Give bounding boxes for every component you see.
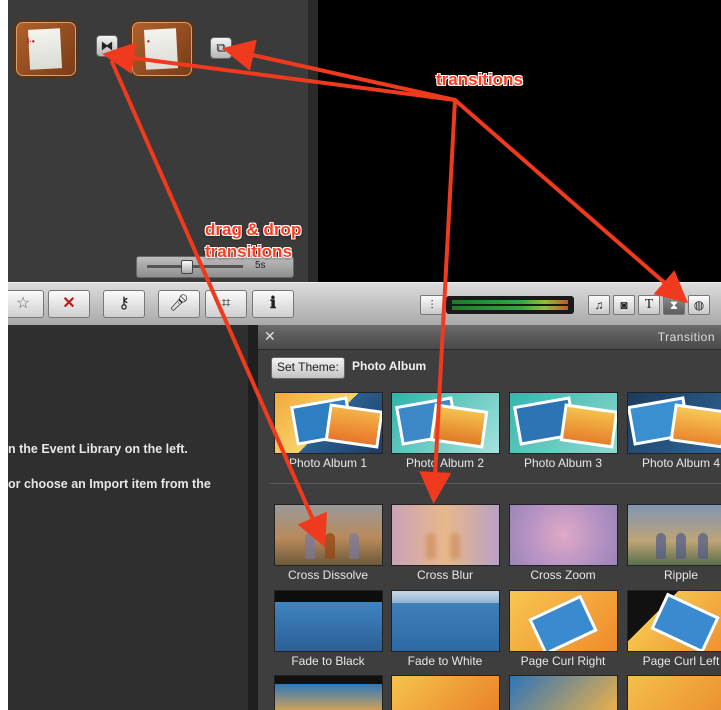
transition-thumbnail[interactable] — [627, 675, 721, 710]
transition-thumbnail[interactable] — [627, 392, 721, 454]
clip-options-icon[interactable]: ⧉ — [210, 37, 232, 59]
transition-thumbnail[interactable] — [391, 392, 500, 454]
annotation-drag-drop: drag & drop — [205, 220, 302, 239]
transition-thumbnail[interactable] — [391, 675, 500, 710]
transition-thumbnail[interactable] — [509, 392, 618, 454]
transition-marker-icon[interactable]: ⧓ — [96, 35, 118, 57]
video-clip[interactable]: • — [132, 22, 192, 76]
crop-icon[interactable]: ⌗ — [205, 290, 247, 318]
transition-thumbnail[interactable] — [274, 675, 383, 710]
transition-label: Cross Dissolve — [287, 568, 368, 582]
titles-button[interactable]: T — [638, 295, 660, 315]
transition-label: Cross Zoom — [530, 568, 596, 582]
section-divider — [270, 483, 721, 484]
transition-label: Fade to Black — [291, 654, 365, 668]
key-icon[interactable]: ⚷ — [103, 290, 145, 318]
star-icon[interactable]: ☆ — [8, 290, 44, 318]
transition-thumbnail[interactable] — [509, 675, 618, 710]
main-toolbar: ☆ ✕ ⚷ 🎤︎ ⌗ ℹ ⫶ ♫ ◙ T ⧗ ◍ — [8, 282, 721, 326]
preview-viewer — [318, 0, 721, 282]
camera-icon[interactable]: ◙ — [613, 295, 635, 315]
pane-divider[interactable] — [308, 0, 318, 282]
transition-thumbnail[interactable] — [627, 590, 721, 652]
music-note-icon[interactable]: ♫ — [588, 295, 610, 315]
pane-splitter[interactable] — [248, 325, 258, 710]
transition-thumbnail[interactable] — [274, 504, 383, 566]
browser-title: Transition — [657, 330, 715, 344]
theme-name: Photo Album — [352, 359, 427, 373]
transition-label: Photo Album 1 — [288, 456, 368, 470]
globe-icon[interactable]: ◍ — [688, 295, 710, 315]
transition-label: Photo Album 4 — [641, 456, 721, 470]
x-icon[interactable]: ✕ — [48, 290, 90, 318]
transition-label: Cross Blur — [416, 568, 473, 582]
transition-thumbnail[interactable] — [274, 392, 383, 454]
transition-thumbnail[interactable] — [509, 504, 618, 566]
transition-label: Page Curl Left — [642, 654, 720, 668]
transition-label: Page Curl Right — [520, 654, 606, 668]
transitions-icon[interactable]: ⧗ — [663, 295, 685, 315]
transition-thumbnail[interactable] — [509, 590, 618, 652]
transition-label: Ripple — [663, 568, 699, 582]
close-icon[interactable]: ✕ — [264, 328, 276, 345]
library-hint-line: n the Event Library on the left. — [8, 442, 188, 456]
audio-level-meter — [446, 296, 574, 314]
event-library-pane: n the Event Library on the left. or choo… — [8, 325, 248, 710]
transition-label: Photo Album 2 — [405, 456, 485, 470]
set-theme-button[interactable]: Set Theme: — [271, 357, 345, 379]
transition-thumbnail[interactable] — [391, 504, 500, 566]
transition-thumbnail[interactable] — [627, 504, 721, 566]
annotation-transitions: transitions — [436, 70, 523, 89]
zoom-slider-knob[interactable] — [181, 260, 193, 274]
imovie-window: I·• ⧓ • ⧉ 5s ☆ ✕ ⚷ 🎤︎ ⌗ ℹ ⫶ ♫ ◙ T ⧗ ◍ n … — [8, 0, 721, 710]
transition-thumbnail[interactable] — [391, 590, 500, 652]
browser-header: ✕ Transition — [258, 325, 721, 350]
annotation-drag-drop: transitions — [205, 242, 292, 261]
transitions-browser: ✕ Transition Set Theme: Photo Album Phot… — [258, 325, 721, 710]
library-hint-line: or choose an Import item from the — [8, 477, 211, 491]
transition-label: Fade to White — [407, 654, 483, 668]
microphone-icon[interactable]: 🎤︎ — [158, 290, 200, 318]
audio-waveform-icon[interactable]: ⫶ — [420, 295, 444, 315]
transition-thumbnail[interactable] — [274, 590, 383, 652]
video-clip[interactable]: I·• — [16, 22, 76, 76]
info-icon[interactable]: ℹ — [252, 290, 294, 318]
transition-label: Photo Album 3 — [523, 456, 603, 470]
